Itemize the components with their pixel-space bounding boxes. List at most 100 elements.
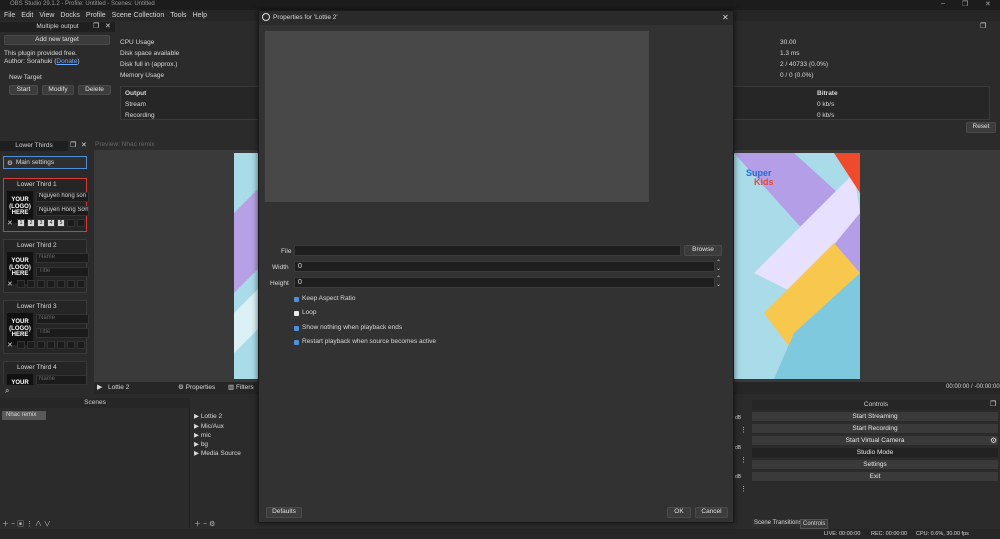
lt-slot[interactable] <box>57 341 65 349</box>
lt-slot[interactable] <box>77 341 85 349</box>
virtual-camera-settings-icon[interactable]: ⚙ <box>990 436 997 445</box>
lt-slot[interactable] <box>67 280 75 288</box>
close-window-icon[interactable]: ✕ <box>985 0 991 8</box>
lower-third-card[interactable]: Lower Third 3 YOUR (LOGO) HERE Name Titl… <box>3 300 89 354</box>
lt-slot-3[interactable]: 3 <box>37 219 45 227</box>
defaults-button[interactable]: Defaults <box>266 507 302 518</box>
menu-edit[interactable]: Edit <box>21 12 33 19</box>
lt-slot[interactable] <box>57 280 65 288</box>
menu-profile[interactable]: Profile <box>86 12 106 19</box>
lower-third-card[interactable]: Lower Third 1 YOUR (LOGO) HERE Nguyễn hồ… <box>3 178 89 232</box>
lt-slot[interactable] <box>37 341 45 349</box>
start-recording-button[interactable]: Start Recording <box>752 424 998 434</box>
lt-slot[interactable] <box>27 341 35 349</box>
donate-link[interactable]: Donate <box>56 58 77 65</box>
lt-float-icon[interactable]: ❐ <box>70 141 76 149</box>
source-item[interactable]: ▶ Media Source <box>194 449 241 457</box>
play-icon[interactable]: ▶ <box>97 383 102 391</box>
lower-third-card[interactable]: Lower Third 2 YOUR (LOGO) HERE Name Titl… <box>3 239 89 293</box>
width-spinbox[interactable]: 0 <box>294 261 715 272</box>
menu-tools[interactable]: Tools <box>170 12 186 19</box>
stat-value: 30.00 <box>780 39 797 46</box>
lt-slot[interactable] <box>47 280 55 288</box>
menu-file[interactable]: File <box>4 12 15 19</box>
lt-name-input[interactable]: Name <box>36 253 89 263</box>
lt-title-input[interactable]: Title <box>36 267 89 277</box>
lt-name-input[interactable]: Name <box>36 314 89 324</box>
lt-slot[interactable] <box>27 280 35 288</box>
lt-slot[interactable] <box>67 341 75 349</box>
controls-float-icon[interactable]: ❐ <box>990 400 996 408</box>
mixer-menu-icon[interactable]: ⋮ <box>740 456 747 464</box>
lt-slot[interactable] <box>47 341 55 349</box>
minimize-icon[interactable]: – <box>941 0 945 7</box>
lt-slot-2[interactable]: 2 <box>27 219 35 227</box>
restart-playback-checkbox[interactable]: Restart playback when source becomes act… <box>294 338 544 347</box>
lower-third-card[interactable]: Lower Third 4 YOUR (LOGO) HERE Name <box>3 361 87 385</box>
modify-target-button[interactable]: Modify <box>42 85 74 95</box>
browse-button[interactable]: Browse <box>684 245 722 256</box>
tab-scene-transitions[interactable]: Scene Transitions <box>752 519 804 527</box>
lt-name-input[interactable]: Name <box>36 375 86 385</box>
file-input[interactable] <box>294 245 681 256</box>
lt-slot[interactable] <box>37 280 45 288</box>
lt-title-input[interactable]: Nguyễn Hồng Sơn E <box>36 206 89 216</box>
dialog-close-icon[interactable]: ✕ <box>722 13 729 22</box>
lt-slot-4[interactable]: 4 <box>47 219 55 227</box>
lt-close-icon[interactable]: ✕ <box>7 219 13 227</box>
lt-close-icon[interactable]: ✕ <box>7 280 13 288</box>
loop-checkbox[interactable]: Loop <box>294 309 494 318</box>
keep-aspect-checkbox[interactable]: Keep Aspect Ratio <box>294 295 494 304</box>
lt-slot[interactable] <box>77 280 85 288</box>
start-target-button[interactable]: Start <box>9 85 38 95</box>
source-name: Lottie 2 <box>108 384 130 391</box>
source-item[interactable]: ▶ Mic/Aux <box>194 422 224 430</box>
gear-icon: ⚙ <box>7 159 13 167</box>
mixer-menu-icon[interactable]: ⋮ <box>740 426 747 434</box>
lt-slot[interactable] <box>77 219 85 227</box>
dock-float-icon[interactable]: ❐ <box>93 22 99 30</box>
menu-docks[interactable]: Docks <box>60 12 79 19</box>
height-spinbox[interactable]: 0 <box>294 277 715 288</box>
studio-mode-button[interactable]: Studio Mode <box>752 448 998 458</box>
restore-icon[interactable]: ❐ <box>962 0 968 8</box>
lt-close-icon[interactable]: ✕ <box>81 141 87 149</box>
dock-close-icon[interactable]: ✕ <box>105 22 111 30</box>
lt-title-input[interactable]: Title <box>36 328 89 338</box>
cancel-button[interactable]: Cancel <box>695 507 728 518</box>
start-virtual-camera-button[interactable]: Start Virtual Camera <box>752 436 998 446</box>
tab-controls[interactable]: Controls <box>800 519 829 529</box>
lt-slot[interactable] <box>17 280 25 288</box>
mixer-menu-icon[interactable]: ⋮ <box>740 485 747 493</box>
lt-slot-5[interactable]: 5 <box>57 219 65 227</box>
menu-view[interactable]: View <box>39 12 54 19</box>
lt-slot[interactable] <box>67 219 75 227</box>
lt-close-icon[interactable]: ✕ <box>7 341 13 349</box>
start-streaming-button[interactable]: Start Streaming <box>752 412 998 422</box>
reset-stats-button[interactable]: Reset <box>966 122 996 133</box>
show-nothing-checkbox[interactable]: Show nothing when playback ends <box>294 324 494 333</box>
delete-target-button[interactable]: Delete <box>78 85 111 95</box>
search-icon[interactable]: ⌕ <box>5 386 9 396</box>
filters-button[interactable]: ▥ Filters <box>228 383 254 391</box>
lt-slot-1[interactable]: 1 <box>17 219 25 227</box>
scene-item[interactable]: Nhac remix <box>2 411 46 420</box>
menu-scene-collection[interactable]: Scene Collection <box>112 12 165 19</box>
height-stepper-icon[interactable]: ⌃ ⌄ <box>716 276 721 288</box>
source-item[interactable]: ▶ bg <box>194 440 208 448</box>
lt-name-input[interactable]: Nguyễn hồng son <box>36 192 89 202</box>
width-stepper-icon[interactable]: ⌃ ⌄ <box>716 260 721 272</box>
ok-button[interactable]: OK <box>667 507 691 518</box>
exit-button[interactable]: Exit <box>752 472 998 482</box>
stats-float-icon[interactable]: ❐ <box>980 22 986 30</box>
source-item[interactable]: ▶ Lottie 2 <box>194 412 222 420</box>
obs-logo-icon <box>262 13 270 21</box>
main-settings-button[interactable]: ⚙ Main settings <box>3 156 87 169</box>
add-new-target-button[interactable]: Add new target <box>4 35 110 45</box>
source-item[interactable]: ▶ mic <box>194 431 211 439</box>
menu-help[interactable]: Help <box>193 12 207 19</box>
properties-button[interactable]: ⚙ Properties <box>178 383 215 391</box>
settings-button[interactable]: Settings <box>752 460 998 470</box>
mixer-db: dB <box>735 415 742 421</box>
lt-slot[interactable] <box>17 341 25 349</box>
